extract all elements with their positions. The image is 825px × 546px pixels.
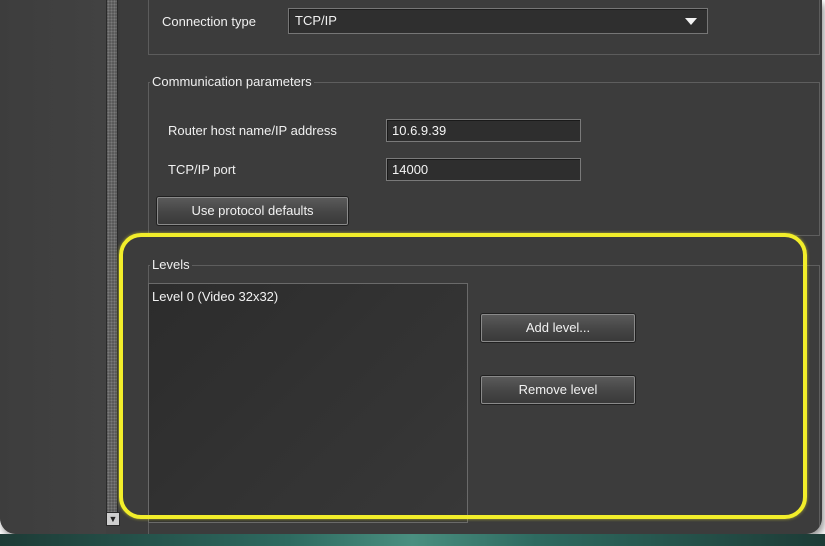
connection-type-value: TCP/IP — [295, 13, 337, 28]
arrow-down-icon: ▼ — [108, 514, 118, 524]
connection-type-select[interactable]: TCP/IP — [288, 8, 708, 34]
router-host-label: Router host name/IP address — [168, 123, 337, 138]
app-window: ▼ Connection type TCP/IP Communication p… — [0, 0, 822, 534]
use-protocol-defaults-button[interactable]: Use protocol defaults — [157, 197, 348, 225]
levels-list[interactable]: Level 0 (Video 32x32) — [148, 283, 468, 523]
tcp-port-label: TCP/IP port — [168, 162, 236, 177]
remove-level-button[interactable]: Remove level — [481, 376, 635, 404]
left-pane — [0, 0, 106, 534]
add-level-button[interactable]: Add level... — [481, 314, 635, 342]
background-strip — [0, 534, 825, 546]
chevron-down-icon — [685, 18, 697, 25]
levels-title: Levels — [150, 257, 192, 272]
scroll-down-button[interactable]: ▼ — [106, 512, 120, 526]
tcp-port-input[interactable]: 14000 — [386, 158, 581, 181]
list-item[interactable]: Level 0 (Video 32x32) — [152, 289, 278, 304]
router-host-input[interactable]: 10.6.9.39 — [386, 119, 581, 142]
pane-splitter[interactable] — [106, 0, 118, 512]
communication-parameters-title: Communication parameters — [150, 74, 314, 89]
connection-type-label: Connection type — [162, 14, 256, 29]
